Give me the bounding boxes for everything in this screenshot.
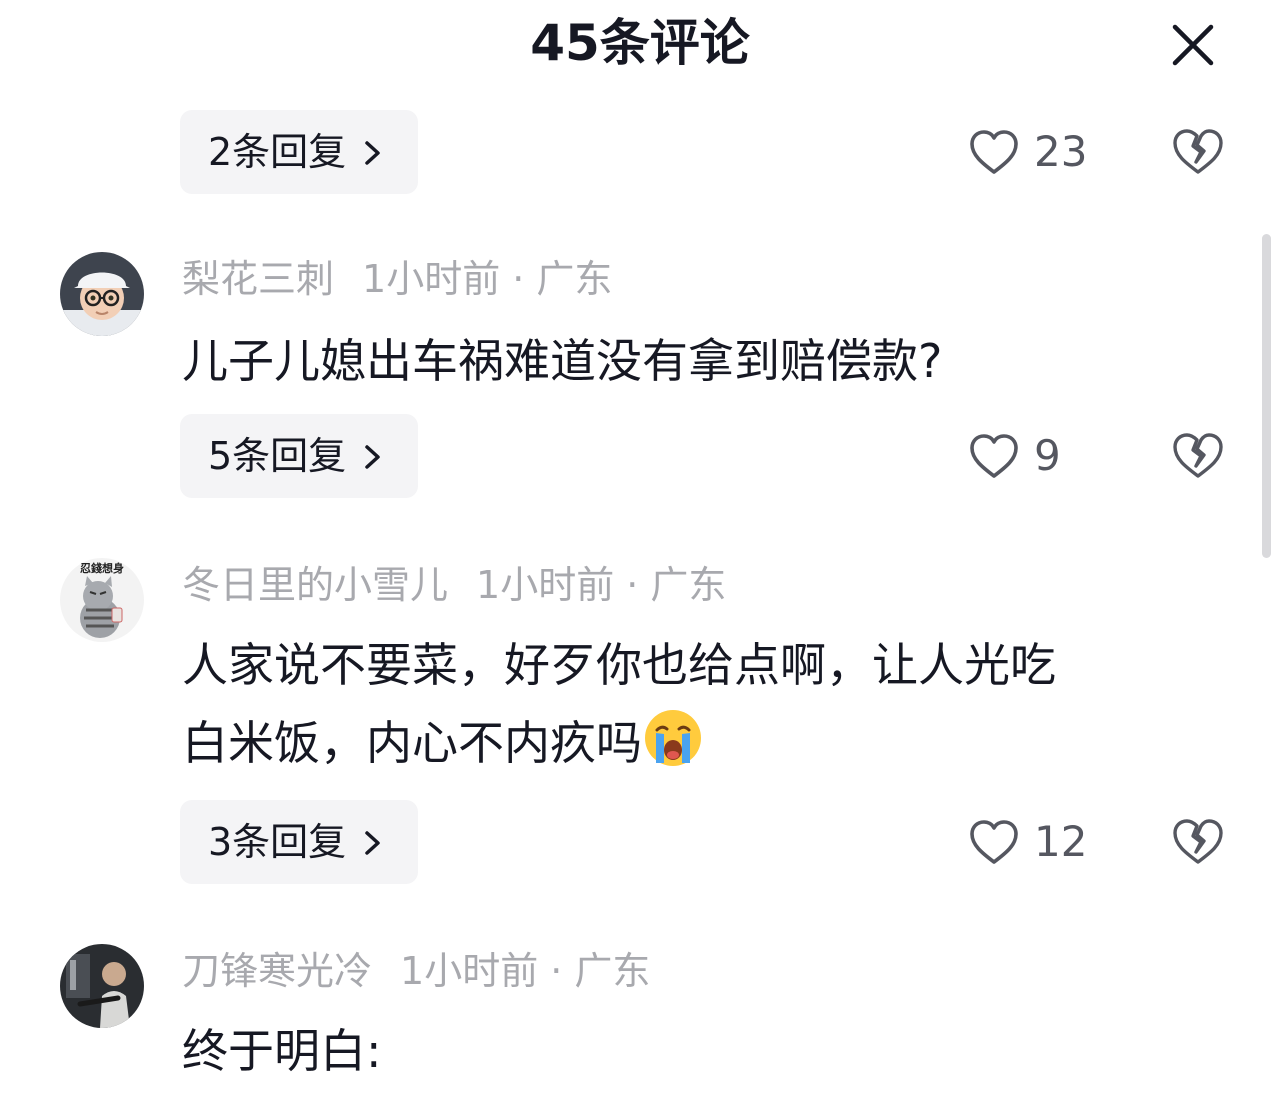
like-count: 9 — [1034, 431, 1061, 480]
heart-icon — [970, 130, 1018, 174]
comments-header: 45条评论 — [0, 0, 1280, 86]
comment-text: 儿子儿媳出车祸难道没有拿到赔偿款? — [182, 334, 943, 388]
comments-title: 45条评论 — [530, 14, 750, 72]
like-button[interactable]: 9 — [968, 428, 1061, 484]
reply-count-label: 3条回复 — [208, 820, 347, 864]
comment-text-line: 白米饭，内心不内疚吗 — [182, 716, 642, 770]
comments-panel: 45条评论 2条回复 23 梨花三刺 1小时前 · 广东 儿子儿媳出车祸难道没有… — [0, 0, 1280, 1102]
chevron-right-icon — [365, 445, 381, 469]
username[interactable]: 冬日里的小雪儿 — [182, 563, 448, 607]
action-row: 3条回复 12 — [0, 800, 1280, 884]
reply-count-label: 5条回复 — [208, 434, 347, 478]
comment-text-line: 人家说不要菜，好歹你也给点啊，让人光吃 — [182, 638, 1056, 692]
avatar-lettering: 忍錢想身 — [80, 561, 124, 575]
chevron-right-icon — [365, 831, 381, 855]
chevron-right-icon — [365, 141, 381, 165]
like-count: 23 — [1034, 127, 1088, 176]
username[interactable]: 刀锋寒光冷 — [182, 949, 372, 993]
comment-text-line-group: 白米饭，内心不内疚吗 — [182, 704, 1232, 782]
dislike-button[interactable] — [1170, 428, 1226, 484]
close-icon — [1172, 24, 1214, 66]
comment-text: 终于明白: — [182, 1024, 382, 1078]
time-location: 1小时前 · 广东 — [362, 257, 613, 301]
crying-emoji — [645, 710, 701, 766]
avatar-image — [60, 252, 144, 336]
view-replies-button[interactable]: 2条回复 — [180, 110, 418, 194]
dislike-button[interactable] — [1170, 124, 1226, 180]
broken-heart-icon — [1173, 433, 1223, 478]
action-row: 5条回复 9 — [0, 414, 1280, 498]
comment-meta: 梨花三刺 1小时前 · 广东 — [182, 256, 612, 302]
scrollbar[interactable] — [1262, 234, 1271, 558]
close-button[interactable] — [1166, 18, 1220, 72]
username[interactable]: 梨花三刺 — [182, 257, 334, 301]
avatar[interactable] — [60, 252, 144, 336]
like-button[interactable]: 23 — [968, 124, 1087, 180]
avatar[interactable] — [60, 944, 144, 1028]
time-location: 1小时前 · 广东 — [400, 949, 651, 993]
comment-meta: 冬日里的小雪儿 1小时前 · 广东 — [182, 562, 726, 608]
avatar-image: 忍錢想身 — [60, 558, 144, 642]
reply-count-label: 2条回复 — [208, 130, 347, 174]
comment-text: 人家说不要菜，好歹你也给点啊，让人光吃 白米饭，内心不内疚吗 — [182, 626, 1232, 782]
view-replies-button[interactable]: 5条回复 — [180, 414, 418, 498]
comment-meta: 刀锋寒光冷 1小时前 · 广东 — [182, 948, 650, 994]
heart-icon — [970, 820, 1018, 864]
dislike-button[interactable] — [1170, 814, 1226, 870]
like-count: 12 — [1034, 817, 1088, 866]
broken-heart-icon — [1173, 129, 1223, 174]
heart-icon — [970, 434, 1018, 478]
avatar[interactable]: 忍錢想身 — [60, 558, 144, 642]
avatar-image — [60, 944, 144, 1028]
view-replies-button[interactable]: 3条回复 — [180, 800, 418, 884]
time-location: 1小时前 · 广东 — [476, 563, 727, 607]
action-row: 2条回复 23 — [0, 110, 1280, 194]
broken-heart-icon — [1173, 819, 1223, 864]
like-button[interactable]: 12 — [968, 814, 1087, 870]
